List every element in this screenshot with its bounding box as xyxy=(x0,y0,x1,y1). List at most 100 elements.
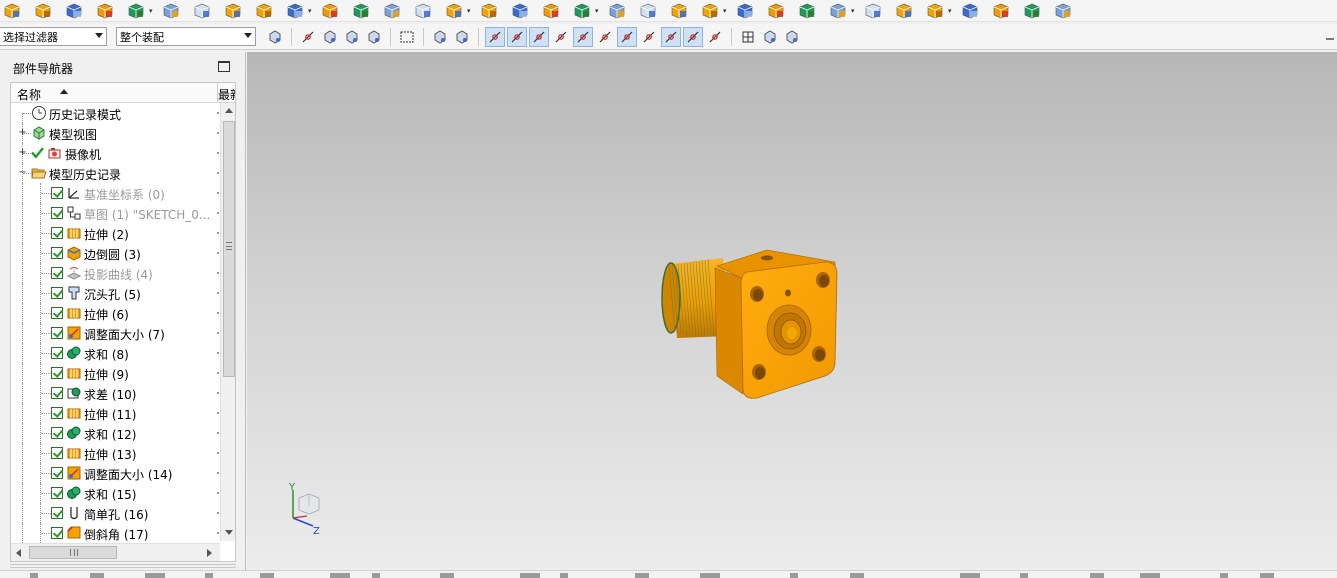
navigator-splitter[interactable] xyxy=(10,564,236,568)
tree-node[interactable]: 草图 (1) "SKETCH_0... xyxy=(11,203,221,223)
feature-checkbox[interactable] xyxy=(51,527,63,539)
hole-icon[interactable] xyxy=(124,1,148,21)
feature-checkbox[interactable] xyxy=(51,427,63,439)
split-icon[interactable] xyxy=(605,1,629,21)
extrude-icon[interactable] xyxy=(62,1,86,21)
scroll-left-icon[interactable] xyxy=(16,549,21,557)
tree-node[interactable]: + 模型视图 xyxy=(11,123,221,143)
snap-on-face-icon[interactable] xyxy=(705,27,725,47)
chamfer-icon[interactable] xyxy=(442,1,466,21)
feature-checkbox[interactable] xyxy=(51,187,63,199)
feature-checkbox[interactable] xyxy=(51,487,63,499)
feature-checkbox[interactable] xyxy=(51,307,63,319)
collapse-icon[interactable]: − xyxy=(18,168,27,178)
tree-node[interactable]: 拉伸 (13) xyxy=(11,443,221,463)
mesh-icon[interactable] xyxy=(861,1,885,21)
intersect-icon[interactable] xyxy=(380,1,404,21)
tree-node[interactable]: − 模型历史记录 xyxy=(11,163,221,183)
thicken-icon[interactable] xyxy=(733,1,757,21)
scope-dropdown[interactable]: 整个装配 xyxy=(116,27,256,46)
bottom-toolbar-icon[interactable] xyxy=(520,573,540,578)
spline-icon[interactable] xyxy=(1020,1,1044,21)
feature-checkbox[interactable] xyxy=(51,507,63,519)
trim-icon[interactable] xyxy=(570,1,594,21)
unite-icon[interactable] xyxy=(318,1,342,21)
bottom-toolbar-icon[interactable] xyxy=(30,573,38,578)
tree-node[interactable]: 拉伸 (9) xyxy=(11,363,221,383)
snap-midpoint-icon[interactable] xyxy=(529,26,549,47)
expand-icon[interactable]: + xyxy=(18,148,27,158)
tree-node[interactable]: 调整面大小 (7) xyxy=(11,323,221,343)
solid-icon[interactable] xyxy=(452,27,472,47)
tree-node[interactable]: 拉伸 (2) xyxy=(11,223,221,243)
revolve-icon[interactable] xyxy=(93,1,117,21)
bottom-toolbar-icon[interactable] xyxy=(440,573,454,578)
bottom-toolbar-icon[interactable] xyxy=(205,573,213,578)
vertical-scrollbar[interactable] xyxy=(220,103,235,541)
snap-endpoint-icon[interactable] xyxy=(485,26,505,47)
pad-icon[interactable] xyxy=(221,1,245,21)
analysis-icon[interactable] xyxy=(1051,1,1075,21)
tree-node[interactable]: 求和 (12) xyxy=(11,423,221,443)
sew-icon[interactable] xyxy=(764,1,788,21)
horizontal-scrollbar[interactable] xyxy=(11,543,220,561)
feature-checkbox[interactable] xyxy=(51,447,63,459)
tree-node[interactable]: 求差 (10) xyxy=(11,383,221,403)
scroll-down-icon[interactable] xyxy=(225,530,233,535)
tree-node[interactable]: 倒斜角 (17) xyxy=(11,523,221,543)
bottom-toolbar-icon[interactable] xyxy=(1260,573,1274,578)
snap-center-icon[interactable] xyxy=(617,26,637,47)
sweep-icon[interactable] xyxy=(892,1,916,21)
tree-node[interactable]: 投影曲线 (4) xyxy=(11,263,221,283)
view-icon[interactable] xyxy=(760,27,780,47)
scroll-thumb-horizontal[interactable] xyxy=(29,546,117,559)
view-triad[interactable]: Y Z xyxy=(285,482,325,538)
graphics-window[interactable]: Y Z xyxy=(247,52,1337,570)
bottom-toolbar-icon[interactable] xyxy=(790,573,798,578)
filter-icon[interactable] xyxy=(265,27,285,47)
feature-checkbox[interactable] xyxy=(51,467,63,479)
loft-icon[interactable] xyxy=(923,1,947,21)
blend-surface-icon[interactable] xyxy=(958,1,982,21)
tree-node[interactable]: 历史记录模式 xyxy=(11,103,221,123)
feature-checkbox[interactable] xyxy=(51,387,63,399)
cylinder-icon[interactable] xyxy=(31,1,55,21)
snap-on-curve-icon[interactable] xyxy=(683,26,703,47)
rect-select-icon[interactable] xyxy=(397,27,417,47)
dropdown-arrow-icon[interactable]: ▾ xyxy=(595,7,601,15)
snap-point-icon[interactable] xyxy=(661,26,681,47)
part-model[interactable] xyxy=(659,244,839,404)
bottom-toolbar-icon[interactable] xyxy=(260,573,274,578)
slot-icon[interactable] xyxy=(252,1,276,21)
boss-icon[interactable] xyxy=(159,1,183,21)
vertex-icon[interactable] xyxy=(342,27,362,47)
bottom-toolbar-icon[interactable] xyxy=(1220,573,1228,578)
tree-node[interactable]: 求和 (8) xyxy=(11,343,221,363)
feature-checkbox[interactable] xyxy=(51,327,63,339)
bottom-toolbar-icon[interactable] xyxy=(635,573,649,578)
tree-node[interactable]: 拉伸 (6) xyxy=(11,303,221,323)
column-latest-header[interactable]: 最新 xyxy=(218,86,235,103)
maximize-icon[interactable] xyxy=(218,61,230,72)
feature-checkbox[interactable] xyxy=(51,247,63,259)
subtract-icon[interactable] xyxy=(349,1,373,21)
tree-node[interactable]: 调整面大小 (14) xyxy=(11,463,221,483)
pocket-icon[interactable] xyxy=(190,1,214,21)
scroll-up-icon[interactable] xyxy=(225,108,233,113)
groove-icon[interactable] xyxy=(283,1,307,21)
snap-intersection-icon[interactable] xyxy=(573,26,593,47)
curve-icon[interactable] xyxy=(989,1,1013,21)
feature-checkbox[interactable] xyxy=(51,367,63,379)
tree-node[interactable]: 求和 (15) xyxy=(11,483,221,503)
scroll-thumb[interactable] xyxy=(223,121,235,377)
snap-tangent-icon[interactable] xyxy=(595,27,615,47)
snap-quadrant-icon[interactable] xyxy=(639,27,659,47)
patch-icon[interactable] xyxy=(795,1,819,21)
body-icon[interactable] xyxy=(430,27,450,47)
blend-icon[interactable] xyxy=(411,1,435,21)
dropdown-arrow-icon[interactable]: ▾ xyxy=(467,7,473,15)
shell-icon[interactable] xyxy=(477,1,501,21)
tree-node[interactable]: 沉头孔 (5) xyxy=(11,283,221,303)
bottom-toolbar-icon[interactable] xyxy=(850,573,864,578)
dropdown-arrow-icon[interactable]: ▾ xyxy=(851,7,857,15)
